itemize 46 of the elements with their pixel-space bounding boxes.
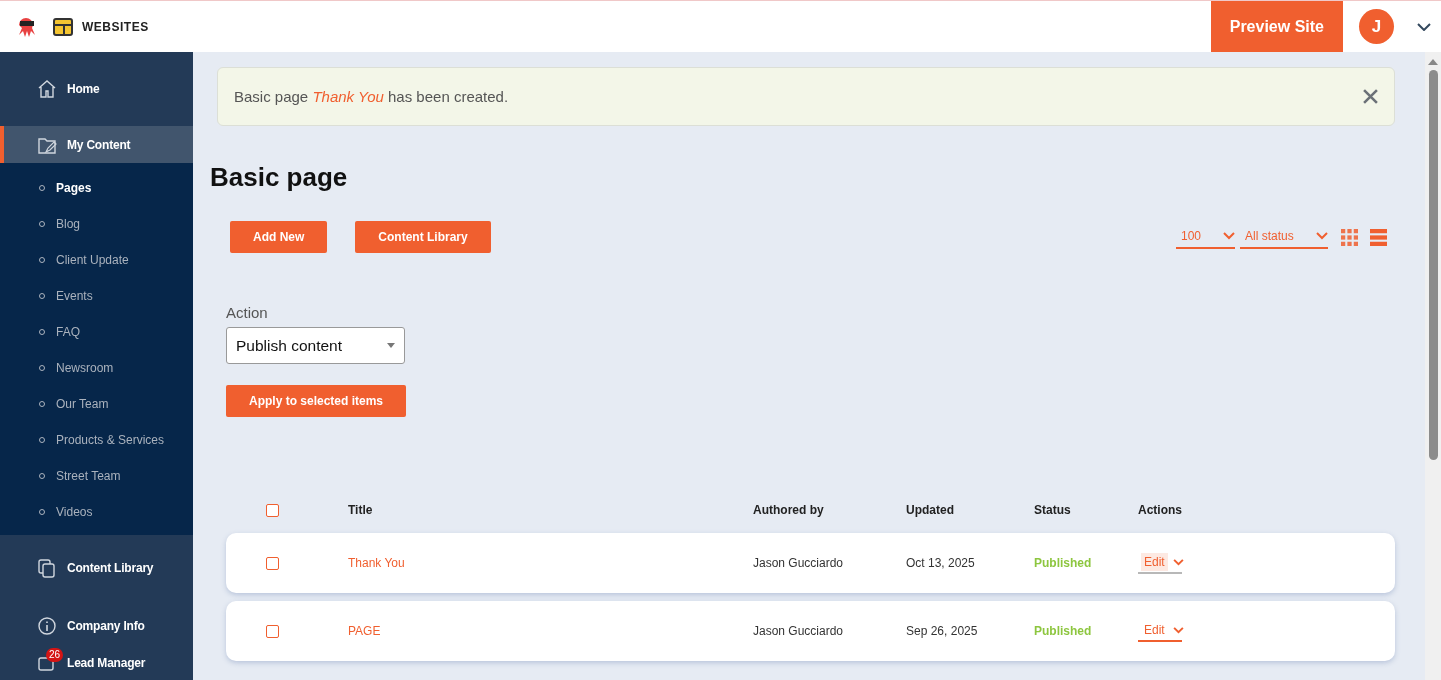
website-icon[interactable] (53, 17, 73, 36)
submenu-item[interactable]: Our Team (56, 397, 109, 411)
count-badge: 26 (46, 648, 64, 662)
submenu-item[interactable]: Products & Services (56, 433, 165, 447)
table-cell: Oct 13, 2025 (906, 556, 975, 570)
column-header: Title (348, 503, 373, 517)
table-cell: Jason Gucciardo (753, 556, 844, 570)
status-text: Published (1034, 624, 1092, 638)
grid-view-icon[interactable] (1341, 228, 1358, 246)
submenu-item[interactable]: Client Update (56, 253, 129, 267)
close-icon[interactable] (1363, 89, 1378, 104)
submenu-item[interactable]: Events (56, 289, 93, 303)
stacked-pages-icon (36, 557, 58, 579)
action-label: Action (226, 304, 268, 321)
dropdown-arrow-icon[interactable] (387, 343, 395, 348)
submenu-item[interactable]: Pages (56, 181, 92, 195)
sidebar-item[interactable]: My Content (0, 126, 193, 163)
table-cell: Sep 26, 2025 (906, 624, 978, 638)
column-header: Status (1034, 503, 1071, 517)
status-message: Basic page Thank You has been created. (234, 88, 509, 105)
chevron-down-icon[interactable] (1417, 22, 1431, 31)
submenu-item[interactable]: Newsroom (56, 361, 114, 375)
app-name: WEBSITES (82, 19, 149, 34)
sidebar-item[interactable]: Home (0, 52, 193, 126)
sidebar-item[interactable]: 26 Lead Manager (0, 651, 193, 675)
submenu-item[interactable]: Street Team (56, 469, 121, 483)
submenu-item[interactable]: Blog (56, 217, 81, 231)
page-title: Basic page (210, 162, 349, 193)
submenu-item[interactable]: FAQ (56, 325, 80, 339)
list-view-icon[interactable] (1370, 228, 1387, 246)
checkbox[interactable] (266, 624, 279, 638)
scrollbar-thumb[interactable] (1428, 70, 1438, 460)
info-icon (36, 615, 58, 637)
action-select[interactable]: Publish content (226, 327, 405, 364)
column-header: Authored by (753, 503, 824, 517)
home-icon (36, 78, 58, 100)
column-header: Updated (906, 503, 954, 517)
checkbox[interactable] (266, 556, 279, 570)
submenu-item[interactable]: Videos (56, 505, 93, 519)
table-cell: Jason Gucciardo (753, 624, 844, 638)
scroll-up-icon[interactable] (1428, 59, 1438, 65)
sidebar-item[interactable]: Content Library (0, 535, 193, 601)
status-text: Published (1034, 556, 1092, 570)
checkbox[interactable] (266, 503, 279, 517)
column-header: Actions (1138, 503, 1182, 517)
sidebar-item[interactable]: Company Info (0, 601, 193, 651)
